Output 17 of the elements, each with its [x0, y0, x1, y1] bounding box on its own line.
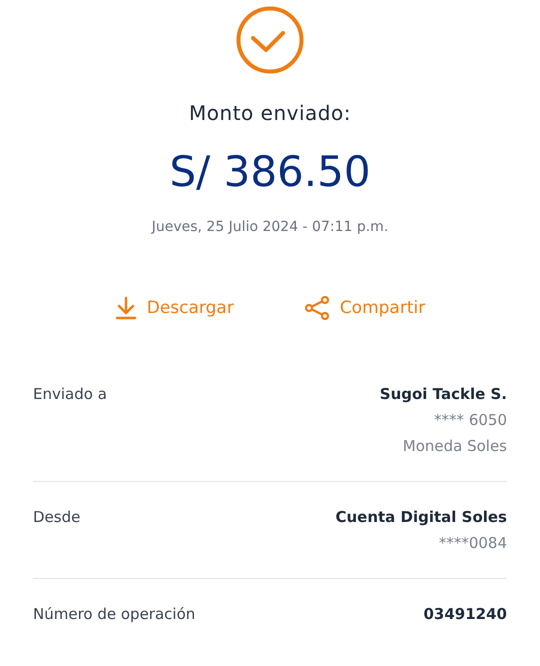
- download-button[interactable]: Descargar: [114, 296, 234, 321]
- title: Monto enviado:: [189, 100, 351, 127]
- check-circle-icon: [236, 6, 304, 74]
- detail-subvalue: Moneda Soles: [402, 436, 507, 457]
- date-time: Jueves, 25 Julio 2024 - 07:11 p.m.: [152, 218, 388, 236]
- detail-value: 03491240: [424, 604, 507, 625]
- share-icon: [304, 296, 330, 320]
- detail-value: Cuenta Digital Soles: [335, 507, 507, 528]
- detail-value: Sugoi Tackle S.: [380, 384, 507, 405]
- detail-label: Enviado a: [33, 384, 107, 405]
- detail-label: Número de operación: [33, 604, 196, 625]
- download-icon: [114, 296, 137, 320]
- amount: S/ 386.50: [169, 146, 371, 198]
- detail-subvalue: **** 6050: [434, 410, 507, 431]
- detail-label: Desde: [33, 507, 80, 528]
- share-button[interactable]: Compartir: [304, 296, 426, 321]
- detail-subvalue: ****0084: [438, 533, 507, 554]
